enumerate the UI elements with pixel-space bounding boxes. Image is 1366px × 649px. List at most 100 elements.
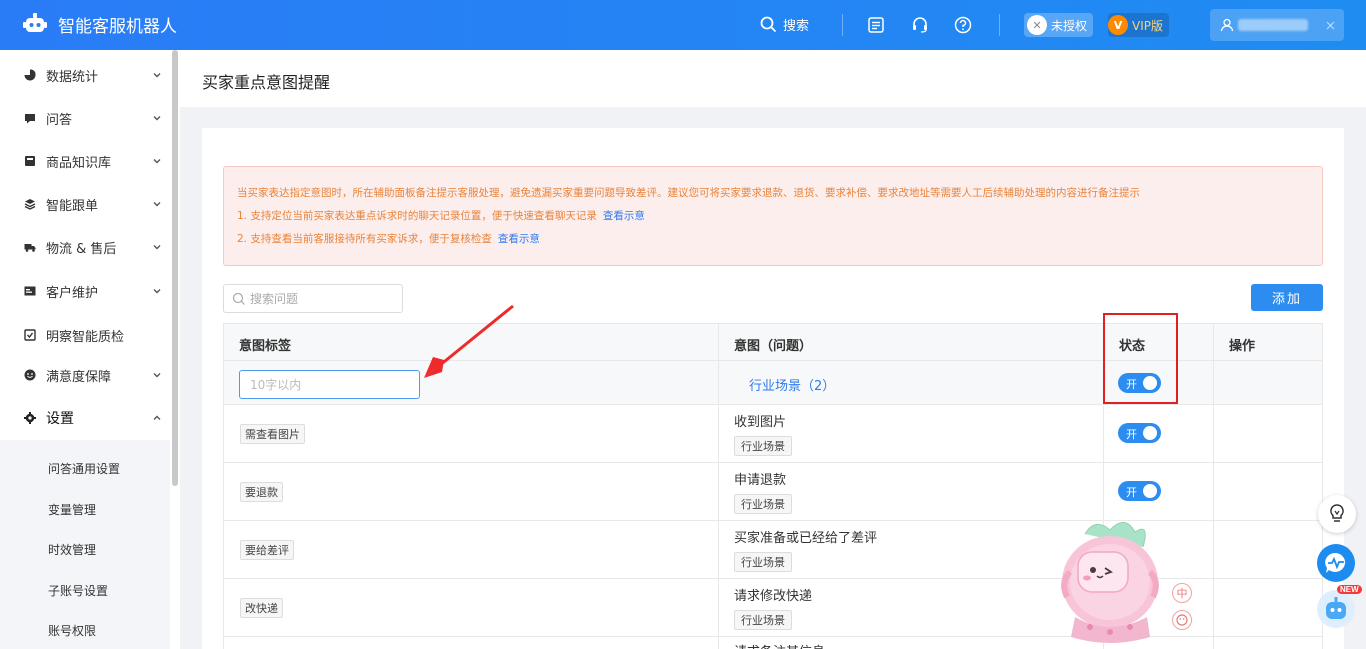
- unauthorized-label: 未授权: [1051, 18, 1088, 33]
- checklist-icon[interactable]: [867, 16, 885, 34]
- submenu-item-variables[interactable]: 变量管理: [48, 501, 96, 518]
- chevron-down-icon: [153, 373, 161, 378]
- top-bar: 智能客服机器人 搜索 ✕ 未授权 V VIP版: [0, 0, 1366, 50]
- intent-title: 买家准备或已经给了差评: [734, 531, 878, 546]
- intent-title: 请求修改快递: [734, 589, 813, 604]
- user-icon: [1220, 18, 1234, 32]
- sidebar-item-label: 问答: [46, 112, 73, 128]
- divider: [842, 14, 843, 36]
- sidebar-item-stats[interactable]: 数据统计: [0, 55, 170, 95]
- toggle-knob: [1143, 426, 1157, 440]
- chevron-down-icon: [153, 245, 161, 250]
- page-title: 买家重点意图提醒: [202, 73, 331, 92]
- close-icon[interactable]: [1326, 21, 1335, 30]
- unauthorized-badge[interactable]: ✕ 未授权: [1024, 13, 1094, 37]
- emoji-badge[interactable]: [1172, 610, 1192, 630]
- chat-icon: [25, 114, 35, 124]
- status-toggle[interactable]: 开: [1118, 481, 1161, 501]
- header-intent-tag: 意图标签: [239, 339, 292, 354]
- heartbeat-chat-icon: [1325, 552, 1346, 573]
- vip-label: VIP版: [1132, 18, 1163, 33]
- top-search-button[interactable]: 搜索: [760, 15, 809, 34]
- settings-submenu: 问答通用设置 变量管理 时效管理 子账号设置 账号权限: [0, 440, 170, 649]
- submenu-item-qa-general[interactable]: 问答通用设置: [48, 460, 120, 477]
- database-icon: [25, 156, 35, 166]
- search-box[interactable]: [223, 284, 403, 313]
- view-example-link-2[interactable]: 查看示意: [498, 233, 540, 245]
- table-row: 需查看图片 收到图片 行业场景 开: [223, 405, 1323, 463]
- layers-icon: [24, 199, 36, 210]
- red-arrow-annotation: [424, 304, 514, 378]
- user-menu[interactable]: [1210, 9, 1344, 41]
- username-redacted: [1238, 19, 1308, 31]
- chevron-down-icon: [153, 202, 161, 207]
- sidebar: 数据统计 问答 商品知识库 智能跟单 物流 & 售后 客户维护 明察智能质检 满…: [0, 50, 180, 649]
- sidebar-item-label: 数据统计: [46, 69, 99, 85]
- tips-button[interactable]: [1318, 495, 1356, 533]
- submenu-item-timeliness[interactable]: 时效管理: [48, 541, 96, 558]
- headset-icon[interactable]: [911, 16, 929, 34]
- card-icon: [24, 286, 36, 296]
- page-header: 买家重点意图提醒: [180, 50, 1366, 107]
- sidebar-item-label: 设置: [46, 411, 74, 427]
- sidebar-item-follow[interactable]: 智能跟单: [0, 184, 170, 224]
- sidebar-item-settings[interactable]: 设置: [0, 398, 170, 438]
- top-search-label: 搜索: [783, 19, 810, 34]
- sidebar-item-customer[interactable]: 客户维护: [0, 271, 170, 311]
- sidebar-item-label: 智能跟单: [46, 198, 99, 214]
- smile-icon: [1176, 614, 1188, 626]
- submenu-item-permissions[interactable]: 账号权限: [48, 622, 96, 639]
- sidebar-item-product-kb[interactable]: 商品知识库: [0, 141, 170, 181]
- sidebar-item-inspect[interactable]: 明察智能质检: [0, 315, 170, 355]
- view-example-link-1[interactable]: 查看示意: [603, 210, 645, 222]
- intent-tag: 需查看图片: [240, 424, 305, 444]
- chevron-up-icon: [153, 415, 161, 420]
- pie-chart-icon: [24, 69, 36, 81]
- header-actions: 操作: [1229, 339, 1256, 354]
- intent-title: 收到图片: [734, 415, 787, 430]
- intent-tag-input[interactable]: [239, 370, 420, 399]
- header-intent: 意图（问题）: [734, 339, 813, 354]
- app-title: 智能客服机器人: [58, 16, 177, 37]
- sidebar-item-satisfaction[interactable]: 满意度保障: [0, 355, 170, 395]
- truck-icon: [24, 244, 36, 252]
- sidebar-item-label: 明察智能质检: [46, 329, 125, 345]
- submenu-item-subaccount[interactable]: 子账号设置: [48, 582, 108, 599]
- scene-tag: 行业场景: [734, 552, 792, 572]
- sidebar-item-qa[interactable]: 问答: [0, 98, 170, 138]
- robot-icon: [1326, 597, 1346, 619]
- intent-title: 申请退款: [734, 473, 787, 488]
- notice-line-2-text: 1. 支持定位当前买家表达重点诉求时的聊天记录位置，便于快速查看聊天记录: [237, 210, 597, 222]
- new-badge: NEW: [1337, 585, 1362, 594]
- sidebar-scrollbar[interactable]: [172, 50, 178, 486]
- sidebar-item-logistics[interactable]: 物流 & 售后: [0, 227, 170, 267]
- scene-tag: 行业场景: [734, 610, 792, 630]
- column-divider: [718, 323, 719, 649]
- language-badge[interactable]: 中: [1172, 583, 1192, 603]
- ai-assistant-button[interactable]: NEW: [1317, 585, 1362, 628]
- search-icon: [760, 16, 777, 33]
- add-button[interactable]: 添加: [1251, 284, 1323, 311]
- notice-box: 当买家表达指定意图时，所在辅助面板备注提示客服处理，避免遗漏买家重要问题导致差评…: [223, 166, 1323, 266]
- help-icon[interactable]: [954, 16, 972, 34]
- shield-icon: ✕: [1027, 15, 1047, 35]
- industry-scene-link[interactable]: 行业场景（2）: [749, 375, 835, 394]
- notice-line-3-text: 2. 支持查看当前客服接待所有买家诉求，便于复核检查: [237, 233, 492, 245]
- monitor-button[interactable]: [1317, 544, 1355, 582]
- notice-line-3: 2. 支持查看当前客服接待所有买家诉求，便于复核检查 查看示意: [237, 231, 540, 246]
- divider: [999, 14, 1000, 36]
- status-toggle[interactable]: 开: [1118, 423, 1161, 443]
- notice-line-2: 1. 支持定位当前买家表达重点诉求时的聊天记录位置，便于快速查看聊天记录 查看示意: [237, 208, 645, 223]
- status-highlight-annotation: [1103, 313, 1178, 404]
- vip-badge[interactable]: V VIP版: [1108, 13, 1169, 37]
- notice-line-1: 当买家表达指定意图时，所在辅助面板备注提示客服处理，避免遗漏买家重要问题导致差评…: [237, 187, 1140, 199]
- toggle-label: 开: [1126, 486, 1137, 499]
- intent-tag: 改快递: [240, 598, 283, 618]
- vip-icon: V: [1108, 15, 1128, 35]
- search-input[interactable]: [250, 291, 390, 306]
- chevron-down-icon: [153, 289, 161, 294]
- chevron-down-icon: [153, 116, 161, 121]
- brand[interactable]: 智能客服机器人: [22, 11, 177, 37]
- inspect-icon: [24, 329, 36, 341]
- smile-icon: [24, 369, 36, 381]
